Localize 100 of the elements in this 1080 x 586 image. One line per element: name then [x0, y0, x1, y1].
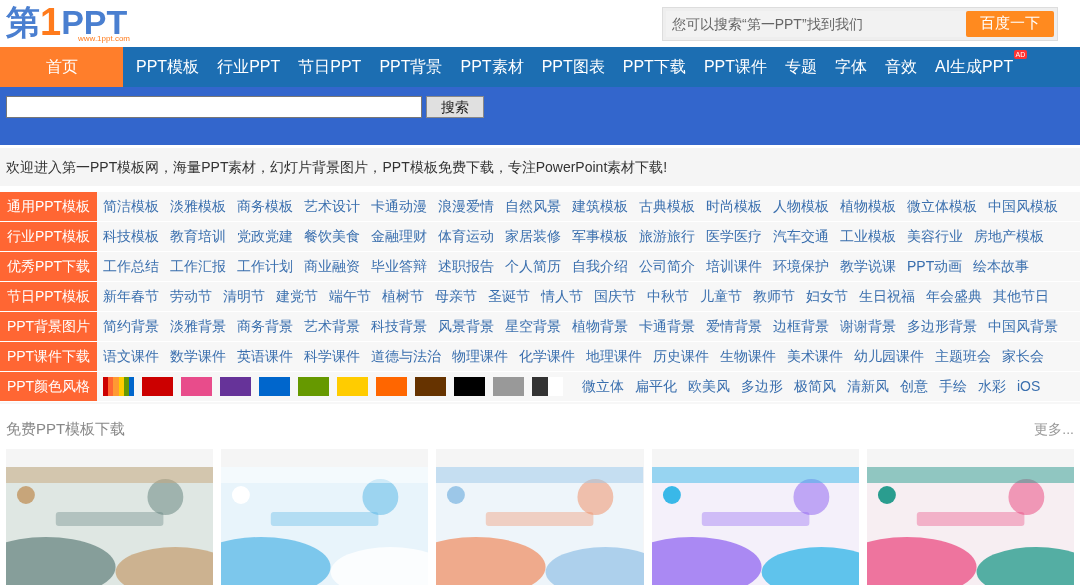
nav-tab[interactable]: PPT图表: [532, 47, 614, 87]
category-link[interactable]: 建筑模板: [572, 196, 628, 217]
category-link[interactable]: 汽车交通: [773, 226, 829, 247]
category-link[interactable]: 手绘: [939, 376, 967, 397]
category-link[interactable]: 端午节: [329, 286, 371, 307]
category-link[interactable]: 数学课件: [170, 346, 226, 367]
nav-tab[interactable]: PPT课件: [694, 47, 776, 87]
category-link[interactable]: 劳动节: [170, 286, 212, 307]
category-link[interactable]: 英语课件: [237, 346, 293, 367]
category-link[interactable]: 欧美风: [688, 376, 730, 397]
category-label[interactable]: 通用PPT模板: [0, 192, 97, 221]
category-link[interactable]: 中国风背景: [988, 316, 1058, 337]
category-link[interactable]: 餐饮美食: [304, 226, 360, 247]
color-swatch[interactable]: [493, 377, 524, 396]
category-link[interactable]: 新年春节: [103, 286, 159, 307]
color-swatch[interactable]: [415, 377, 446, 396]
category-label[interactable]: 优秀PPT下载: [0, 252, 97, 281]
category-link[interactable]: 工作汇报: [170, 256, 226, 277]
color-swatch[interactable]: [181, 377, 212, 396]
category-link[interactable]: 艺术背景: [304, 316, 360, 337]
category-link[interactable]: 房地产模板: [974, 226, 1044, 247]
nav-tab[interactable]: PPT背景: [370, 47, 452, 87]
category-link[interactable]: 植物模板: [840, 196, 896, 217]
category-link[interactable]: 创意: [900, 376, 928, 397]
category-link[interactable]: 工业模板: [840, 226, 896, 247]
category-link[interactable]: 爱情背景: [706, 316, 762, 337]
category-link[interactable]: 主题班会: [935, 346, 991, 367]
category-link[interactable]: 圣诞节: [488, 286, 530, 307]
category-link[interactable]: 党政党建: [237, 226, 293, 247]
category-link[interactable]: 军事模板: [572, 226, 628, 247]
category-link[interactable]: 道德与法治: [371, 346, 441, 367]
category-link[interactable]: 简约背景: [103, 316, 159, 337]
category-label[interactable]: 节日PPT模板: [0, 282, 97, 311]
category-link[interactable]: 毕业答辩: [371, 256, 427, 277]
category-link[interactable]: 扁平化: [635, 376, 677, 397]
category-link[interactable]: 科技模板: [103, 226, 159, 247]
category-link[interactable]: 幼儿园课件: [854, 346, 924, 367]
category-label[interactable]: PPT颜色风格: [0, 372, 97, 401]
more-link[interactable]: 更多...: [1034, 418, 1074, 440]
color-swatch[interactable]: [532, 377, 563, 396]
category-link[interactable]: 艺术设计: [304, 196, 360, 217]
category-link[interactable]: 古典模板: [639, 196, 695, 217]
category-link[interactable]: 淡雅背景: [170, 316, 226, 337]
color-swatch[interactable]: [298, 377, 329, 396]
search-field[interactable]: 您可以搜索“第一PPT”找到我们: [666, 10, 966, 37]
category-link[interactable]: 语文课件: [103, 346, 159, 367]
color-swatch[interactable]: [103, 377, 134, 396]
category-link[interactable]: 植物背景: [572, 316, 628, 337]
color-swatch[interactable]: [259, 377, 290, 396]
nav-tab[interactable]: 字体: [826, 47, 876, 87]
category-link[interactable]: 金融理财: [371, 226, 427, 247]
category-link[interactable]: 化学课件: [519, 346, 575, 367]
category-link[interactable]: 淡雅模板: [170, 196, 226, 217]
category-link[interactable]: 家长会: [1002, 346, 1044, 367]
category-link[interactable]: 浪漫爱情: [438, 196, 494, 217]
category-link[interactable]: 美容行业: [907, 226, 963, 247]
category-link[interactable]: 工作总结: [103, 256, 159, 277]
category-link[interactable]: 科技背景: [371, 316, 427, 337]
nav-tab[interactable]: 专题: [776, 47, 826, 87]
category-link[interactable]: 美术课件: [787, 346, 843, 367]
category-link[interactable]: 家居装修: [505, 226, 561, 247]
category-link[interactable]: 生日祝福: [859, 286, 915, 307]
category-link[interactable]: 微立体模板: [907, 196, 977, 217]
category-link[interactable]: 环境保护: [773, 256, 829, 277]
category-link[interactable]: 物理课件: [452, 346, 508, 367]
nav-tab[interactable]: PPT模板: [127, 47, 209, 87]
category-link[interactable]: 历史课件: [653, 346, 709, 367]
category-link[interactable]: 风景背景: [438, 316, 494, 337]
category-link[interactable]: 科学课件: [304, 346, 360, 367]
category-link[interactable]: 微立体: [582, 376, 624, 397]
category-link[interactable]: 多边形: [741, 376, 783, 397]
category-link[interactable]: 边框背景: [773, 316, 829, 337]
category-link[interactable]: 卡通背景: [639, 316, 695, 337]
category-link[interactable]: 地理课件: [586, 346, 642, 367]
category-link[interactable]: 年会盛典: [926, 286, 982, 307]
category-link[interactable]: 教师节: [753, 286, 795, 307]
category-link[interactable]: 公司简介: [639, 256, 695, 277]
category-link[interactable]: 旅游旅行: [639, 226, 695, 247]
category-link[interactable]: iOS: [1017, 376, 1041, 397]
color-swatch[interactable]: [142, 377, 173, 396]
nav-tab[interactable]: 音效: [876, 47, 926, 87]
category-link[interactable]: 卡通动漫: [371, 196, 427, 217]
color-swatch[interactable]: [220, 377, 251, 396]
nav-tab[interactable]: 节日PPT: [289, 47, 371, 87]
category-link[interactable]: 妇女节: [806, 286, 848, 307]
category-link[interactable]: 儿童节: [700, 286, 742, 307]
category-label[interactable]: PPT课件下载: [0, 342, 97, 371]
category-link[interactable]: 水彩: [978, 376, 1006, 397]
category-link[interactable]: PPT动画: [907, 256, 963, 277]
category-link[interactable]: 时尚模板: [706, 196, 762, 217]
category-link[interactable]: 医学医疗: [706, 226, 762, 247]
category-link[interactable]: 建党节: [276, 286, 318, 307]
category-link[interactable]: 母亲节: [435, 286, 477, 307]
category-link[interactable]: 星空背景: [505, 316, 561, 337]
category-link[interactable]: 多边形背景: [907, 316, 977, 337]
category-link[interactable]: 国庆节: [594, 286, 636, 307]
category-link[interactable]: 自我介绍: [572, 256, 628, 277]
category-link[interactable]: 商务背景: [237, 316, 293, 337]
color-swatch[interactable]: [337, 377, 368, 396]
category-link[interactable]: 体育运动: [438, 226, 494, 247]
